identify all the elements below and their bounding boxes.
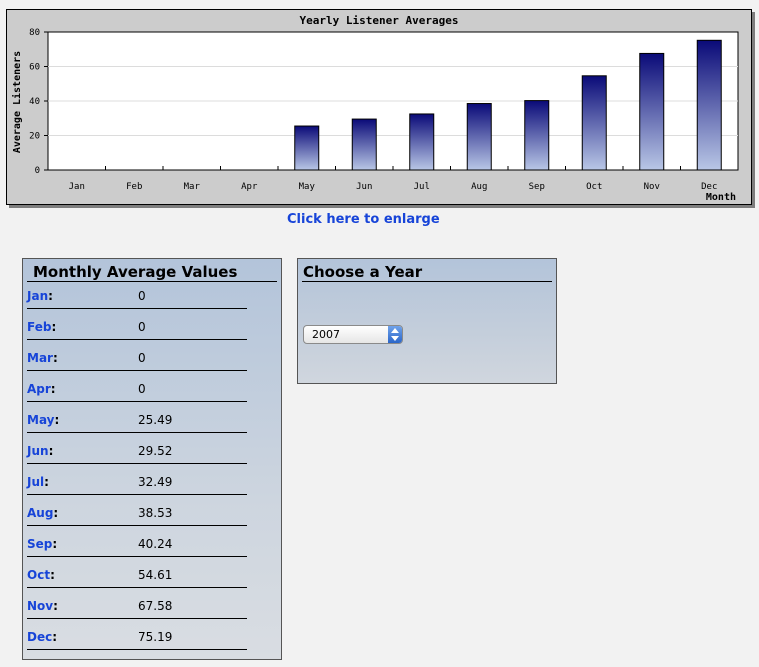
month-label: Jul: [27,475,49,489]
y-tick-label: 0 [35,166,40,176]
bar [351,118,377,171]
bar [696,39,722,171]
month-name: Jul [27,475,45,489]
month-row: Jul: 32.49 [27,471,247,502]
month-row: Feb: 0 [27,316,247,347]
row-divider [27,649,247,650]
bar-chart: 0 20 40 60 80 Jan Feb Mar Apr May Jun Jul Aug Sep Oct… [11,28,739,203]
y-tick-label: 20 [29,132,40,142]
month-label: Jun: [27,444,54,458]
month-row: Oct: 54.61 [27,564,247,595]
month-row: Apr: 0 [27,378,247,409]
x-tick-label: May [299,182,316,192]
month-label: Oct: [27,568,55,582]
row-divider [27,401,247,402]
month-label: Feb: [27,320,57,334]
title-divider [27,281,277,282]
month-value: 54.61 [138,568,173,582]
x-tick-label: Jan [69,182,85,192]
year-select-value: 2007 [312,328,340,341]
month-name: Apr [27,382,51,396]
x-axis-title: Month [706,192,736,203]
month-value: 75.19 [138,630,173,644]
month-name: Mar [27,351,53,365]
month-name: May [27,413,55,427]
bar [294,125,320,171]
month-value: 0 [138,351,146,365]
month-value: 29.52 [138,444,173,458]
chart-frame: Yearly Listener Averages 0 20 40 60 80 Jan Fe… [6,9,752,205]
row-divider [27,618,247,619]
month-value: 32.49 [138,475,173,489]
month-row: Nov: 67.58 [27,595,247,626]
year-panel-title: Choose a Year [303,263,423,281]
x-tick-label: Apr [241,182,258,192]
month-name: Dec [27,630,53,644]
month-row: Dec: 75.19 [27,626,247,657]
year-select[interactable]: 2007 [303,325,403,344]
month-name: Jan [27,289,49,303]
row-divider [27,463,247,464]
bar [581,75,607,171]
month-value: 0 [138,320,146,334]
month-value: 40.24 [138,537,173,551]
month-row: May: 25.49 [27,409,247,440]
bar [466,103,492,171]
bar [524,100,550,171]
y-tick-label: 40 [29,97,40,107]
month-value: 0 [138,382,146,396]
month-row: Mar: 0 [27,347,247,378]
y-axis-title: Average Listeners [11,51,23,153]
month-row: Jun: 29.52 [27,440,247,471]
row-divider [27,556,247,557]
monthly-averages-panel: Monthly Average Values Jan: 0 Feb: 0 Mar: 0 Ap… [22,258,282,660]
enlarge-chart-link[interactable]: Click here to enlarge [287,212,440,227]
row-divider [27,339,247,340]
month-row: Aug: 38.53 [27,502,247,533]
x-tick-label: Dec [701,182,717,192]
month-label: Mar: [27,351,58,365]
month-label: Apr: [27,382,56,396]
month-name: Aug [27,506,54,520]
month-name: Nov [27,599,54,613]
select-arrows-icon [388,326,402,343]
y-tick-label: 80 [29,28,40,38]
bar [409,113,435,171]
x-tick-label: Aug [471,182,487,192]
month-label: Nov: [27,599,58,613]
month-label: May: [27,413,60,427]
month-value: 38.53 [138,506,173,520]
y-tick-label: 60 [29,63,40,73]
x-tick-label: Feb [126,182,142,192]
row-divider [27,308,247,309]
x-tick-label: Mar [184,182,201,192]
x-tick-label: Nov [644,182,660,192]
x-tick-label: Sep [529,182,545,192]
row-divider [27,494,247,495]
month-row: Jan: 0 [27,285,247,316]
row-divider [27,525,247,526]
month-label: Sep: [27,537,58,551]
row-divider [27,370,247,371]
monthly-panel-title: Monthly Average Values [33,263,238,281]
month-label: Aug: [27,506,59,520]
month-value: 25.49 [138,413,173,427]
month-value: 67.58 [138,599,173,613]
title-divider [302,281,552,282]
row-divider [27,432,247,433]
month-name: Feb [27,320,52,334]
month-row: Sep: 40.24 [27,533,247,564]
month-label: Jan: [27,289,53,303]
month-value: 0 [138,289,146,303]
bar [639,52,665,171]
year-chooser-panel: Choose a Year 2007 [297,258,557,384]
month-name: Oct [27,568,51,582]
month-name: Sep [27,537,53,551]
x-tick-label: Jun [356,182,372,192]
x-tick-label: Jul [414,182,430,192]
month-name: Jun [27,444,49,458]
month-label: Dec: [27,630,58,644]
row-divider [27,587,247,588]
x-tick-label: Oct [586,182,602,192]
